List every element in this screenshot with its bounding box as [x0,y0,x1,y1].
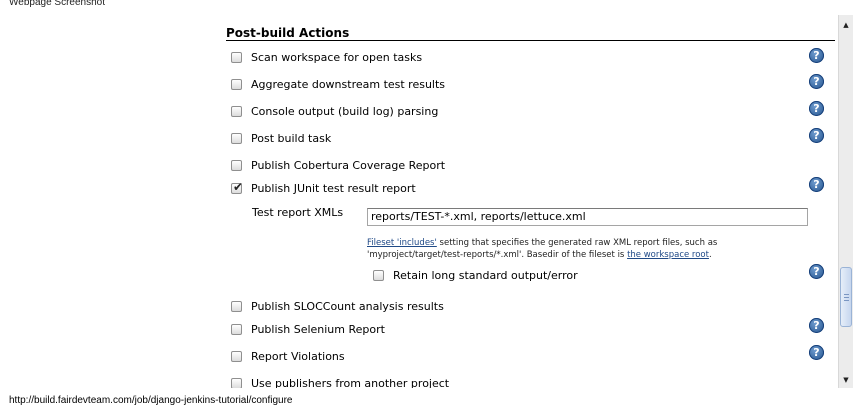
action-label: Aggregate downstream test results [251,77,446,91]
config-page: Post-build Actions Scan workspace for op… [0,0,838,388]
help-icon[interactable]: ? [809,74,824,89]
retain-output-row[interactable]: Retain long standard output/error [373,266,578,284]
test-report-description: Fileset 'includes' setting that specifie… [367,237,807,261]
action-label: Publish SLOCCount analysis results [251,299,444,313]
section-divider [226,40,835,41]
checkbox-other-project-publishers[interactable] [231,377,242,388]
fileset-includes-link[interactable]: Fileset 'includes' [367,238,437,248]
action-row-other-project-publishers[interactable]: Use publishers from another project [231,374,449,388]
help-icon[interactable]: ? [809,318,824,333]
help-icon[interactable]: ? [809,101,824,116]
scroll-down-arrow-icon[interactable]: ▼ [839,374,853,386]
checkmark-icon: ✔ [233,179,244,194]
checkbox-sloccount[interactable] [231,300,242,312]
checkbox-aggregate-downstream[interactable] [231,78,242,90]
status-bar: http://build.fairdevteam.com/job/django-… [0,388,853,407]
action-row-cobertura[interactable]: Publish Cobertura Coverage Report [231,156,445,174]
action-row-console-output[interactable]: Console output (build log) parsing [231,102,438,120]
thumb-grip-line [844,297,849,298]
checkbox-post-build-task[interactable] [231,132,242,144]
help-icon[interactable]: ? [809,264,824,279]
help-icon[interactable]: ? [809,345,824,360]
action-label: Console output (build log) parsing [251,104,439,118]
thumb-grip-line [844,294,849,295]
action-row-post-build-task[interactable]: Post build task [231,129,331,147]
help-icon[interactable]: ? [809,48,824,63]
action-label: Publish JUnit test result report [251,181,416,195]
thumb-grip-line [844,300,849,301]
checkbox-retain-output[interactable] [373,269,384,281]
checkbox-cobertura[interactable] [231,159,242,171]
section-title: Post-build Actions [226,26,350,40]
action-row-aggregate-downstream[interactable]: Aggregate downstream test results [231,75,445,93]
status-bar-url: http://build.fairdevteam.com/job/django-… [9,395,293,406]
action-row-selenium[interactable]: Publish Selenium Report [231,320,385,338]
test-report-xmls-input[interactable]: reports/TEST-*.xml, reports/lettuce.xml [367,208,808,226]
checkbox-junit[interactable]: ✔ [231,179,244,194]
action-label: Post build task [251,131,332,145]
action-row-scan-workspace[interactable]: Scan workspace for open tasks [231,48,422,66]
action-row-sloccount[interactable]: Publish SLOCCount analysis results [231,297,444,315]
action-label: Publish Selenium Report [251,322,385,336]
checkbox-selenium[interactable] [231,323,242,335]
scroll-up-arrow-icon[interactable]: ▲ [839,19,853,31]
action-row-junit[interactable]: ✔ Publish JUnit test result report [231,179,416,197]
description-text-end: . [708,250,712,260]
action-label: Scan workspace for open tasks [251,50,423,64]
workspace-root-link[interactable]: the workspace root [627,250,709,260]
test-report-xmls-label: Test report XMLs [252,206,344,219]
action-label: Use publishers from another project [251,376,450,389]
help-icon[interactable]: ? [809,128,824,143]
checkbox-report-violations[interactable] [231,350,242,362]
help-icon[interactable]: ? [809,177,824,192]
vertical-scrollbar[interactable]: ▲ ▼ [838,15,853,388]
scrollbar-thumb[interactable] [840,267,852,327]
retain-output-label: Retain long standard output/error [393,268,578,282]
action-label: Publish Cobertura Coverage Report [251,158,446,172]
checkbox-console-output[interactable] [231,105,242,117]
checkbox-scan-workspace[interactable] [231,51,242,63]
action-label: Report Violations [251,349,345,363]
action-row-report-violations[interactable]: Report Violations [231,347,345,365]
